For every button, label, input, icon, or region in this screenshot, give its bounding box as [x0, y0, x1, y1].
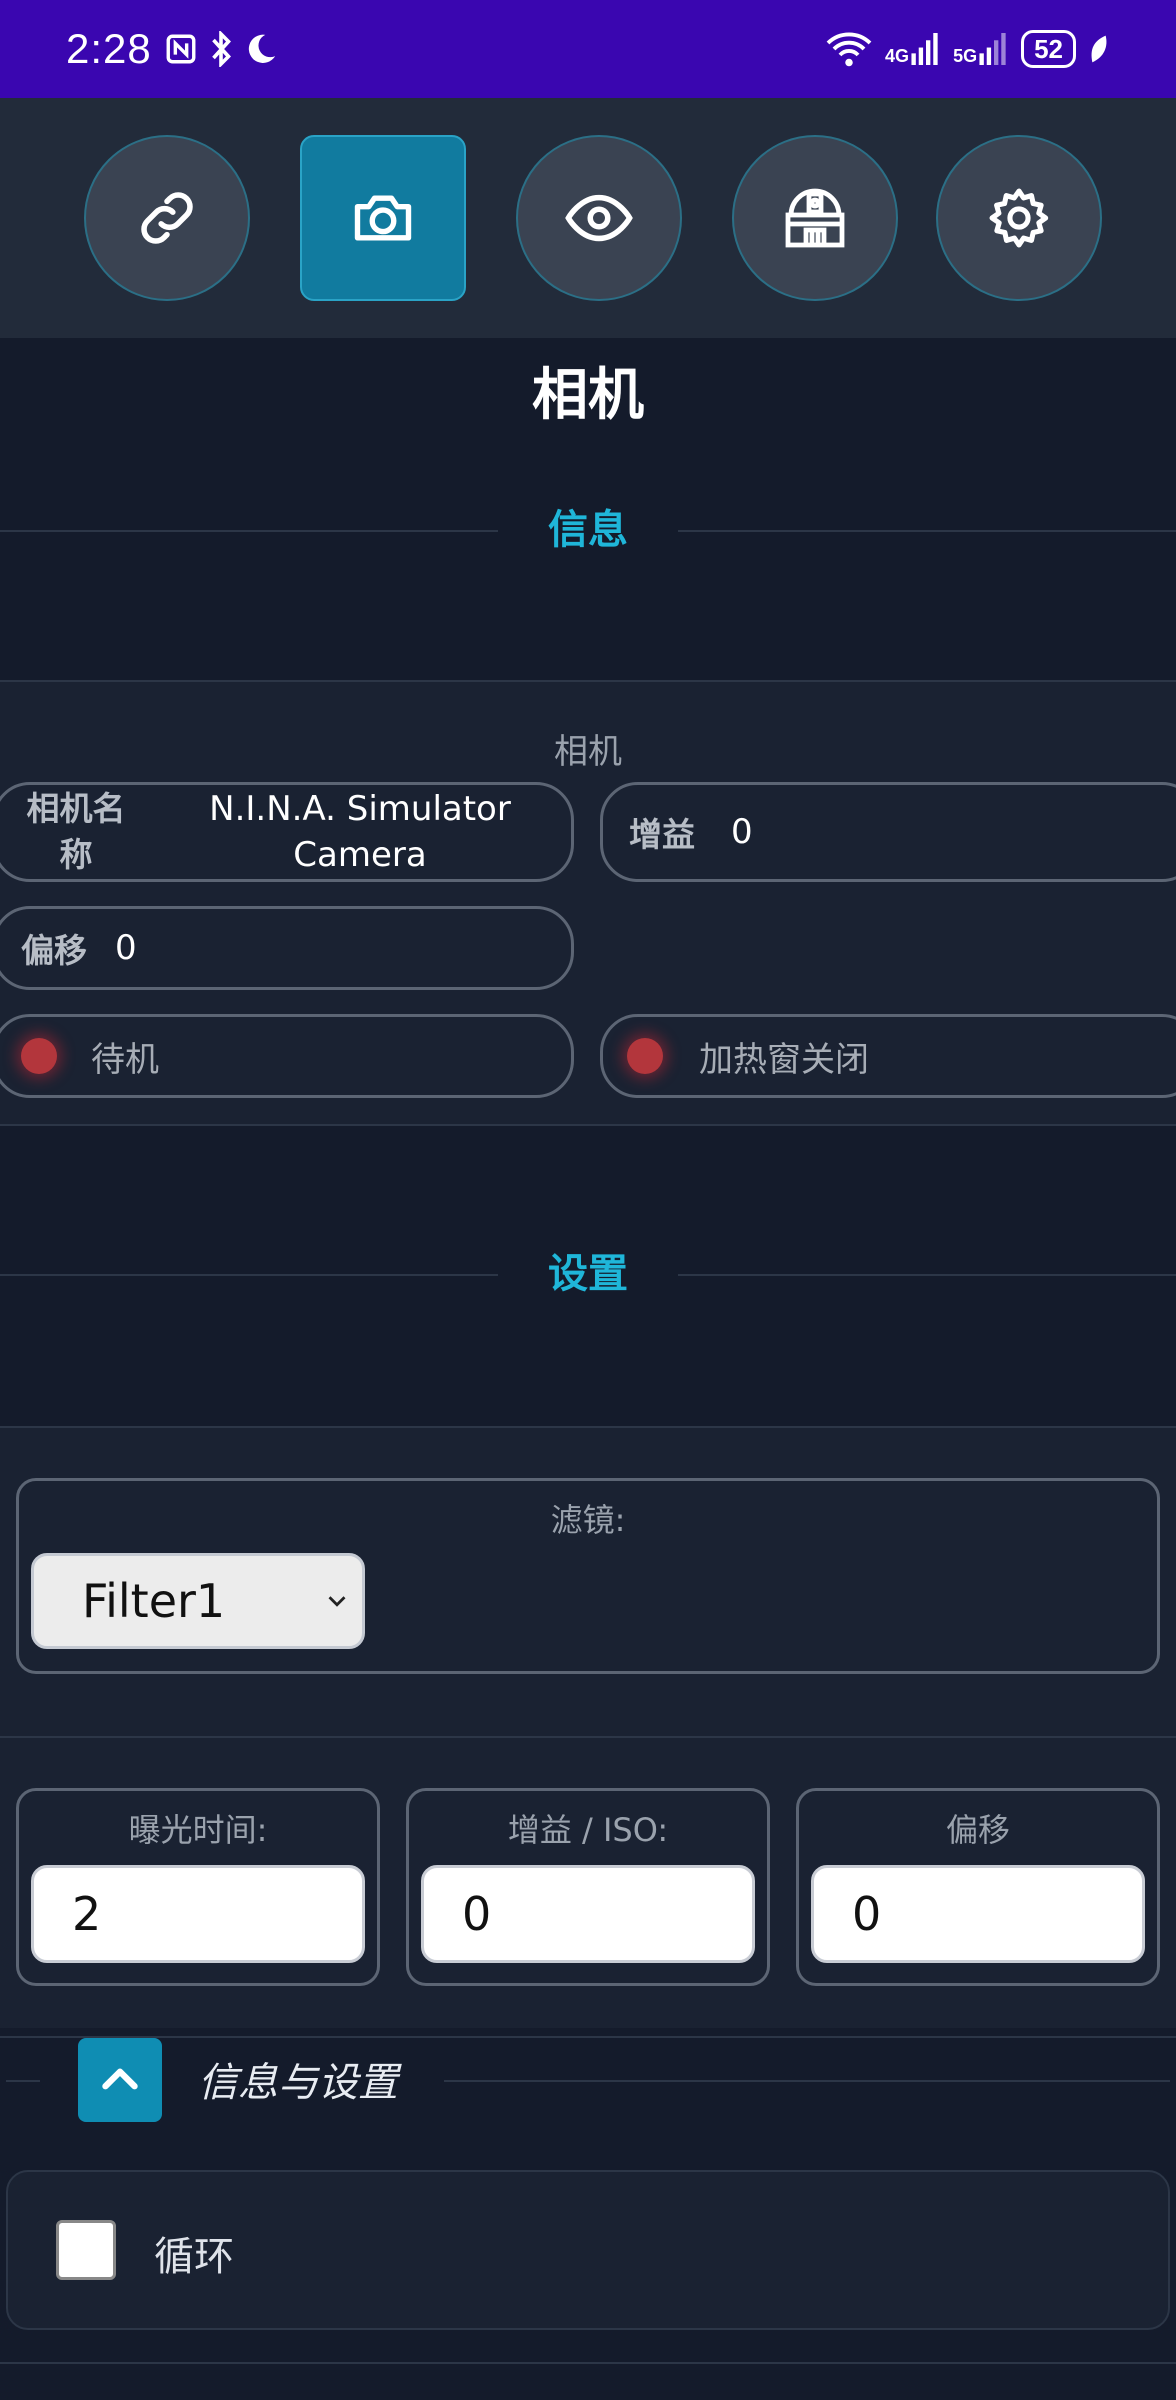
exposure-input[interactable]: 2	[31, 1865, 365, 1963]
bluetooth-icon	[211, 31, 231, 67]
nfc-icon	[166, 34, 196, 64]
chevron-up-icon	[102, 2068, 138, 2090]
camera-caption: 相机	[554, 732, 622, 772]
offset-group: 偏移 0	[796, 1788, 1160, 1986]
state-status-dot	[21, 1038, 57, 1074]
heater-state-indicator: 加热窗关闭	[600, 1014, 1176, 1098]
filter-label: 滤镜:	[550, 1501, 626, 1539]
device-toolbar	[0, 98, 1176, 338]
gain-iso-value: 0	[462, 1887, 492, 1941]
signal-5g: 5G	[953, 33, 1009, 65]
collapse-label: 信息与设置	[198, 2060, 398, 2106]
loop-checkbox[interactable]	[56, 2220, 116, 2280]
signal-bars-icon	[979, 33, 1006, 65]
observatory-icon	[785, 188, 845, 248]
offset-field: 偏移 0	[0, 906, 574, 990]
exposure-label: 曝光时间:	[128, 1811, 268, 1849]
filter-group: 滤镜: Filter1	[16, 1478, 1160, 1674]
divider	[0, 2362, 1176, 2364]
network-4g-label: 4G	[885, 46, 910, 66]
camera-icon	[354, 195, 412, 241]
exposure-group: 曝光时间: 2	[16, 1788, 380, 1986]
signal-4g: 4G	[885, 33, 941, 65]
settings-offset-label: 偏移	[945, 1811, 1010, 1849]
wifi-icon	[826, 32, 872, 67]
camera-state-text: 待机	[91, 1039, 159, 1080]
camera-info-panel: 相机 相机名称 N.I.N.A. Simulator Camera 增益 0 偏…	[0, 682, 1176, 1124]
divider	[0, 1736, 1176, 1738]
offset-label: 偏移	[21, 931, 87, 970]
camera-settings-panel: 滤镜: Filter1 曝光时间: 2 增益 / ISO: 0 偏移 0	[0, 1428, 1176, 2028]
leaf-icon	[1091, 35, 1107, 63]
gain-iso-label: 增益 / ISO:	[507, 1811, 669, 1849]
settings-offset-value: 0	[852, 1887, 882, 1941]
link-icon	[141, 192, 193, 244]
dome-tab-button[interactable]	[732, 135, 898, 301]
filter-select[interactable]: Filter1	[31, 1553, 365, 1649]
gain-field: 增益 0	[600, 782, 1176, 882]
moon-icon	[248, 34, 275, 63]
page-title: 相机	[532, 363, 644, 428]
divider	[444, 2080, 1170, 2082]
filter-selected-value: Filter1	[82, 1574, 226, 1628]
settings-section-header: 设置	[0, 1244, 1176, 1304]
status-time: 2:28	[66, 25, 152, 72]
exposure-value: 2	[72, 1887, 102, 1941]
chevron-down-icon	[328, 1596, 346, 1607]
gear-icon	[989, 188, 1049, 248]
divider	[0, 1124, 1176, 1126]
heater-status-dot	[627, 1038, 663, 1074]
gain-iso-group: 增益 / ISO: 0	[406, 1788, 770, 1986]
info-section-header: 信息	[0, 500, 1176, 560]
gain-iso-input[interactable]: 0	[421, 1865, 755, 1963]
camera-name-field: 相机名称 N.I.N.A. Simulator Camera	[0, 782, 574, 882]
signal-bars-icon	[911, 33, 938, 65]
collapse-info-settings-button[interactable]	[78, 2038, 162, 2122]
divider	[0, 2036, 1176, 2038]
network-5g-label: 5G	[953, 46, 978, 66]
camera-tab-button[interactable]	[300, 135, 466, 301]
loop-label: 循环	[154, 2234, 234, 2280]
gain-value: 0	[731, 812, 753, 852]
view-tab-button[interactable]	[516, 135, 682, 301]
camera-name-label: 相机名称	[26, 789, 126, 874]
camera-state-indicator: 待机	[0, 1014, 574, 1098]
connection-tab-button[interactable]	[84, 135, 250, 301]
gain-label: 增益	[629, 815, 695, 854]
settings-tab-button[interactable]	[936, 135, 1102, 301]
status-bar: 2:28 4G 5G 52	[0, 0, 1176, 98]
eye-icon	[565, 194, 633, 242]
offset-input[interactable]: 0	[811, 1865, 1145, 1963]
divider	[6, 2080, 40, 2082]
offset-value: 0	[115, 928, 137, 968]
battery-indicator: 52	[1021, 30, 1076, 68]
camera-name-value: N.I.N.A. Simulator Camera	[209, 789, 511, 875]
heater-state-text: 加热窗关闭	[699, 1039, 869, 1080]
